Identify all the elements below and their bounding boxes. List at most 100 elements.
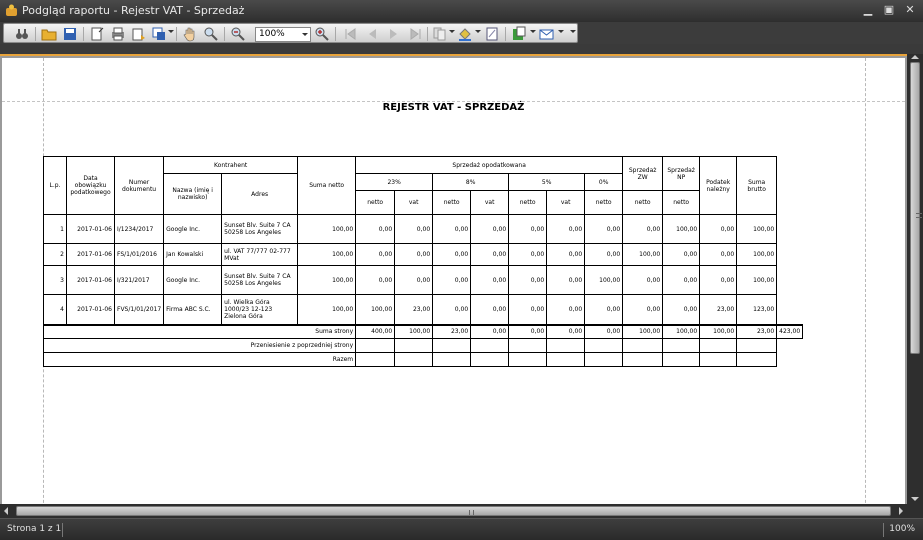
- header-netto: netto: [622, 190, 664, 215]
- document-viewport[interactable]: REJESTR VAT - SPRZEDAŻ L.p. Data obowiąz…: [0, 54, 907, 504]
- cell-np: 0,00: [662, 265, 701, 295]
- cell-netto-0: 100,00: [584, 265, 624, 295]
- cell-vat-23: 0,00: [394, 214, 434, 244]
- header-adres: Adres: [221, 173, 299, 215]
- scroll-right-icon[interactable]: [899, 507, 903, 515]
- cell-podatek: 0,00: [699, 243, 738, 266]
- cell-adres: ul. Wielka Góra 1000/23 12-123 Zielona G…: [221, 294, 299, 325]
- watermark-icon[interactable]: [484, 26, 500, 42]
- total-zw: 100,00: [662, 323, 701, 339]
- vat-register-table: L.p. Data obowiązku podatkowego Numer do…: [42, 156, 804, 367]
- export-icon[interactable]: [511, 26, 527, 42]
- open-icon[interactable]: [41, 26, 57, 42]
- cell-nazwa: Firma ABC S.C.: [163, 294, 223, 325]
- cell-brutto: 100,00: [736, 214, 778, 244]
- cell-nazwa: Jan Kowalski: [163, 243, 223, 266]
- header-sprzedaz-np: Sprzedaż NP: [662, 156, 701, 191]
- header-netto: netto: [662, 190, 701, 215]
- cell-data: 2017-01-06: [66, 243, 115, 266]
- scroll-left-icon[interactable]: [4, 507, 8, 515]
- header-vat: vat: [546, 190, 586, 215]
- header-lp: L.p.: [43, 156, 67, 215]
- cell-suma-netto: 100,00: [297, 214, 357, 244]
- table-row: 4 2017-01-06 FVS/1/01/2017 Firma ABC S.C…: [43, 294, 803, 325]
- cell-netto-8: 0,00: [432, 294, 472, 325]
- cell-lp: 2: [43, 243, 67, 266]
- scroll-up-icon[interactable]: [911, 55, 919, 59]
- cell-suma-netto: 100,00: [297, 243, 357, 266]
- header-vat: vat: [470, 190, 510, 215]
- next-page-icon[interactable]: [386, 26, 402, 42]
- hand-tool-icon[interactable]: [182, 26, 198, 42]
- table-row: 2 2017-01-06 FS/1/01/2016 Jan Kowalski u…: [43, 243, 803, 266]
- cell-zw: 0,00: [622, 214, 664, 244]
- title-bar: Podgląd raportu - Rejestr VAT - Sprzedaż…: [0, 0, 923, 22]
- cell-brutto: 100,00: [736, 243, 778, 266]
- cell-podatek: 0,00: [699, 265, 738, 295]
- scroll-down-icon[interactable]: [911, 497, 919, 501]
- previous-page-icon[interactable]: [364, 26, 380, 42]
- horizontal-scroll-thumb[interactable]: [16, 506, 891, 516]
- razem-row: Razem: [42, 352, 803, 367]
- cell-data: 2017-01-06: [66, 265, 115, 295]
- cell-adres: Sunset Blv. Suite 7 CA 50258 Los Angeles: [221, 214, 299, 244]
- minimize-button[interactable]: ▁: [858, 2, 878, 18]
- cell-zw: 0,00: [622, 294, 664, 325]
- cell-numer: FVS/1/01/2017: [113, 294, 165, 325]
- razem-label: Razem: [42, 352, 357, 367]
- multiple-pages-icon[interactable]: [432, 26, 448, 42]
- magnifier-icon[interactable]: [203, 26, 219, 42]
- zoom-value: 100%: [259, 29, 285, 39]
- cell-vat-23: 0,00: [394, 243, 434, 266]
- background-color-icon[interactable]: [457, 26, 473, 42]
- find-icon[interactable]: [14, 26, 30, 42]
- total-netto-5: 0,00: [546, 323, 586, 339]
- cell-suma-netto: 100,00: [297, 294, 357, 325]
- last-page-icon[interactable]: [408, 26, 424, 42]
- cell-vat-23: 0,00: [394, 265, 434, 295]
- send-email-icon[interactable]: [539, 26, 555, 42]
- header-netto: netto: [584, 190, 624, 215]
- maximize-button[interactable]: ▣: [879, 2, 899, 18]
- cell-zw: 0,00: [622, 265, 664, 295]
- cell-vat-5: 0,00: [546, 265, 586, 295]
- vertical-scrollbar[interactable]: [907, 54, 923, 504]
- window-title: Podgląd raportu - Rejestr VAT - Sprzedaż: [22, 4, 245, 17]
- cell-nazwa: Google Inc.: [163, 214, 223, 244]
- report-page: REJESTR VAT - SPRZEDAŻ L.p. Data obowiąz…: [2, 58, 905, 504]
- scale-icon[interactable]: [151, 26, 167, 42]
- report-preview-window: Podgląd raportu - Rejestr VAT - Sprzedaż…: [0, 0, 923, 540]
- close-button[interactable]: ✕: [900, 2, 920, 18]
- total-netto-8: 0,00: [470, 323, 510, 339]
- first-page-icon[interactable]: [342, 26, 358, 42]
- total-netto-0: 100,00: [622, 323, 664, 339]
- total-suma-netto: 400,00: [355, 323, 396, 339]
- cell-nazwa: Google Inc.: [163, 265, 223, 295]
- cell-brutto: 123,00: [736, 294, 778, 325]
- print-icon[interactable]: [110, 26, 126, 42]
- page-indicator: Strona 1 z 1: [7, 524, 62, 534]
- cell-vat-8: 0,00: [470, 243, 510, 266]
- zoom-in-icon[interactable]: [314, 26, 330, 42]
- horizontal-scrollbar[interactable]: [0, 504, 907, 518]
- status-bar: Strona 1 z 1 100%: [0, 518, 923, 540]
- cell-netto-5: 0,00: [508, 265, 548, 295]
- total-np: 100,00: [699, 323, 738, 339]
- page-setup-icon[interactable]: [89, 26, 105, 42]
- header-sprzedaz-opodatkowana: Sprzedaż opodatkowana: [355, 156, 624, 174]
- cell-podatek: 23,00: [699, 294, 738, 325]
- cell-vat-8: 0,00: [470, 265, 510, 295]
- zoom-indicator: 100%: [889, 524, 915, 534]
- header-suma-netto: Suma netto: [297, 156, 357, 215]
- chevron-down-icon[interactable]: [302, 33, 308, 36]
- vertical-scroll-thumb[interactable]: [910, 62, 922, 354]
- cell-netto-0: 0,00: [584, 294, 624, 325]
- quick-print-icon[interactable]: [131, 26, 147, 42]
- cell-netto-5: 0,00: [508, 214, 548, 244]
- total-vat-8: 0,00: [508, 323, 548, 339]
- save-icon[interactable]: [62, 26, 78, 42]
- zoom-out-icon[interactable]: [230, 26, 246, 42]
- zoom-combobox[interactable]: 100%: [255, 27, 311, 42]
- scroll-corner: [907, 504, 923, 518]
- cell-vat-5: 0,00: [546, 294, 586, 325]
